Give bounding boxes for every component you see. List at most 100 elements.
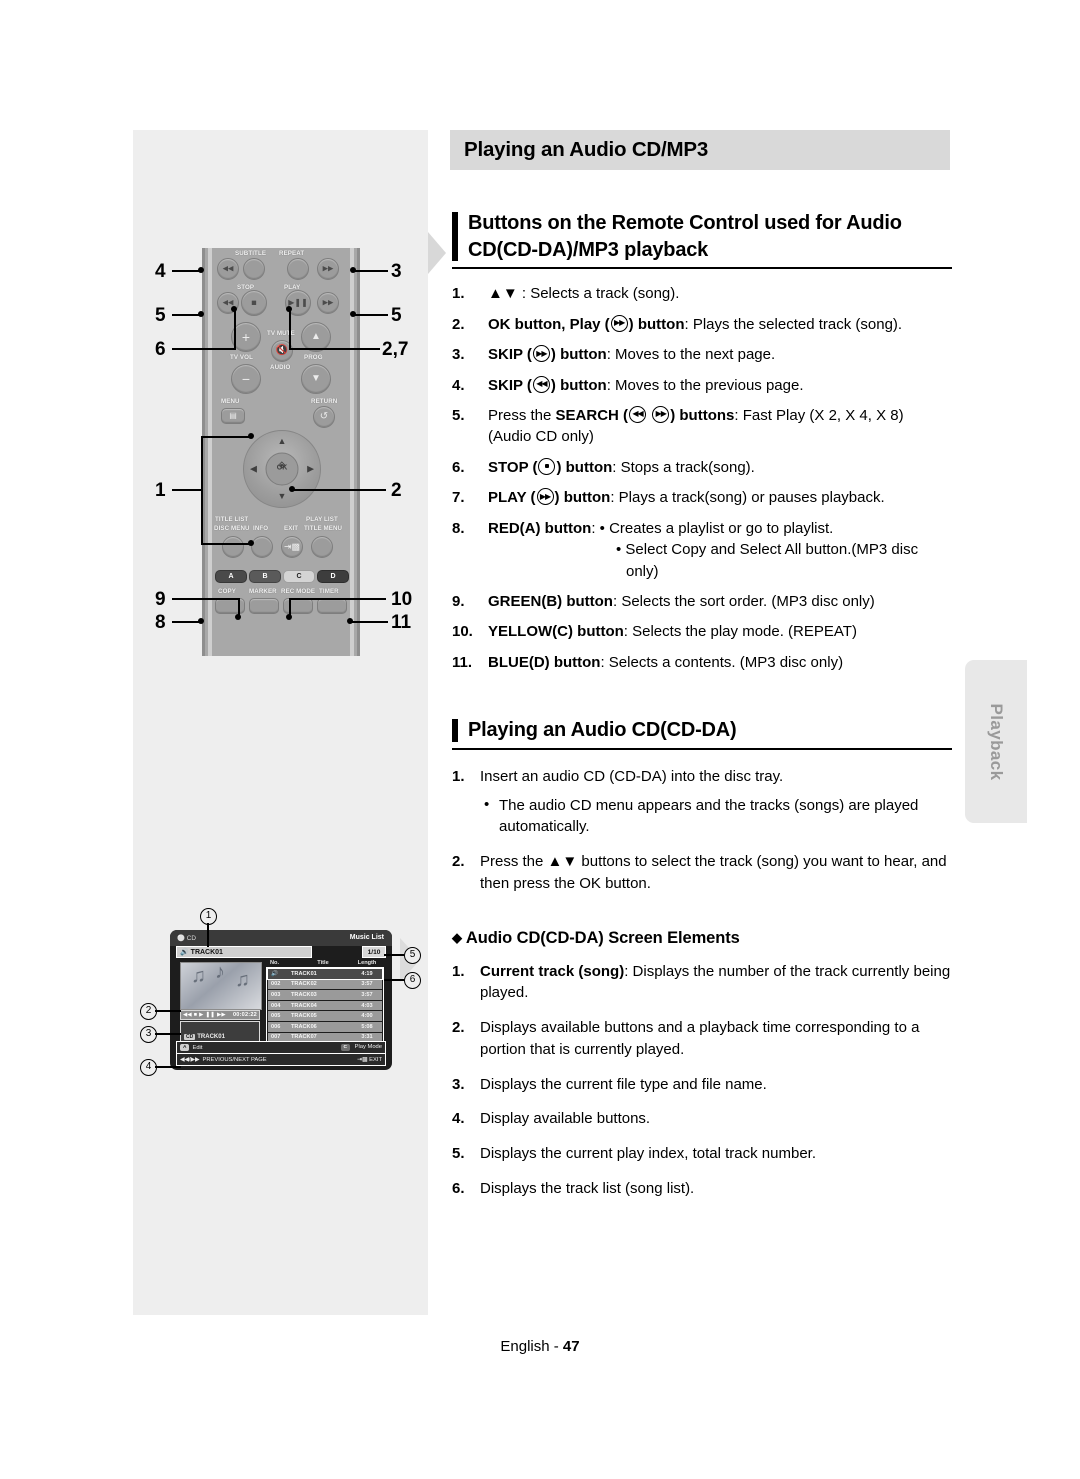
nav-right-icon[interactable]: ▶ [307, 464, 314, 474]
table-row[interactable]: 006 TRACK06 5:08 [268, 1021, 382, 1032]
label-marker: MARKER [249, 588, 277, 595]
row-length: 3:57 [361, 991, 373, 998]
marker-button[interactable] [249, 598, 279, 614]
section2-heading: Playing an Audio CD(CD-DA) [468, 719, 737, 742]
item-bold-tail: ) button [550, 376, 607, 394]
table-row[interactable]: 002 TRACK02 3:57 [268, 979, 382, 990]
exit-icon: ⇥▩ [357, 1056, 368, 1063]
info-button[interactable] [251, 536, 273, 558]
stop-icon: ■ [193, 1012, 198, 1018]
remote-control-illustration: SUBTITLE REPEAT ◀◀ ▶▶ STOP PLAY ◀◀ ■ ▶❚❚… [178, 248, 378, 658]
tv-leader-4 [155, 1066, 181, 1068]
callout-8: 8 [155, 612, 166, 633]
search-ff-icon: ▶▶ [322, 299, 334, 307]
side-tab-playback: Playback [965, 660, 1027, 823]
item-lead: Press the [488, 406, 556, 424]
nav-down-icon[interactable]: ▼ [278, 492, 287, 501]
row-no: 006 [271, 1023, 281, 1030]
table-row[interactable]: 🔊 TRACK01 4:19 [267, 968, 383, 980]
list-item: 7. PLAY (▶▶) button: Plays a track(song)… [452, 487, 952, 508]
row-title: TRACK07 [291, 1034, 317, 1041]
list-item: 9. GREEN(B) button: Selects the sort ord… [452, 591, 952, 612]
list-item: 11. BLUE(D) button: Selects a contents. … [452, 652, 952, 673]
item-number: 10. [452, 623, 473, 641]
play-icon: ▶▶ [536, 488, 554, 506]
item-number: 7. [452, 489, 465, 507]
item-text: Display available buttons. [480, 1110, 651, 1128]
rec-mode-button[interactable] [283, 598, 313, 614]
skip-prev-button[interactable]: ◀◀ [217, 258, 239, 280]
item-bold: SKIP ( [488, 376, 532, 394]
search-ff-button[interactable]: ▶▶ [317, 292, 339, 314]
leader-6-vert [234, 310, 236, 350]
tv-volume-down-button[interactable]: − [231, 364, 261, 394]
leader-dot-5-left [198, 311, 204, 317]
blue-d-button[interactable]: D [317, 570, 349, 583]
minus-icon: − [241, 371, 251, 387]
row-no: 004 [271, 1002, 281, 1009]
skip-next-icon: ▶▶ [532, 345, 550, 363]
list-item: 4. SKIP (◀◀) button: Moves to the previo… [452, 375, 952, 396]
row-no: 🔊 [271, 970, 278, 977]
stop-button[interactable]: ■ [241, 290, 267, 316]
column-no: No. [270, 960, 280, 966]
menu-button[interactable]: ▤ [221, 408, 245, 424]
footer-label: English - [500, 1338, 559, 1355]
item-bold-tail: ) buttons [670, 406, 735, 424]
stop-icon [538, 457, 556, 475]
side-tab-label: Playback [987, 703, 1006, 780]
search-rew-icon: ◀◀ [629, 405, 647, 423]
navigation-ring[interactable]: ▲ ▼ ◀ ▶ ⎆ OK [243, 430, 321, 508]
step-text: Insert an audio CD (CD-DA) into the disc… [480, 767, 784, 785]
ok-button[interactable]: ⎆ OK [265, 452, 299, 486]
prog-down-button[interactable]: ▼ [301, 364, 331, 394]
leader-1-bottom [201, 543, 251, 545]
leader-dot-10 [286, 614, 292, 620]
item-number: 5. [452, 1145, 465, 1163]
item-bold: Current track (song) [480, 962, 625, 980]
skip-next-button[interactable]: ▶▶ [317, 258, 339, 280]
green-b-button[interactable]: B [249, 570, 281, 583]
exit-button[interactable]: ⇥▩ [281, 536, 303, 558]
repeat-button[interactable] [287, 258, 309, 280]
yellow-c-button[interactable]: C [283, 570, 315, 583]
leader-dot-8 [198, 618, 204, 624]
item-text: Displays the current play index, total t… [480, 1145, 816, 1163]
section1-heading-line2: CD(CD-DA)/MP3 playback [468, 238, 709, 261]
play-list-title-menu-button[interactable] [311, 536, 333, 558]
timer-button[interactable] [317, 598, 347, 614]
table-row[interactable]: 003 TRACK03 3:57 [268, 990, 382, 1000]
item-number: 6. [452, 1179, 465, 1197]
list-item: 3. SKIP (▶▶) button: Moves to the next p… [452, 344, 952, 365]
section-heading-playing-audio-cd: Playing an Audio CD(CD-DA) [452, 717, 952, 750]
subtitle-button[interactable] [243, 258, 265, 280]
tv-leader-6 [384, 979, 404, 981]
table-row[interactable]: 005 TRACK05 4:00 [268, 1011, 382, 1021]
copy-button[interactable] [215, 598, 245, 614]
nav-up-icon[interactable]: ▲ [278, 437, 287, 446]
label-play-list: PLAY LIST [306, 516, 338, 523]
track-list[interactable]: No. Title Length 🔊 TRACK01 4:19 002 TRAC… [266, 960, 384, 1048]
list-item: 2. OK button, Play (▶▶) button: Plays th… [452, 314, 952, 335]
leader-2-7-vert [289, 310, 291, 350]
row-title: TRACK02 [291, 981, 317, 988]
row-no: 003 [271, 991, 281, 998]
red-a-button[interactable]: A [215, 570, 247, 583]
title-list-disc-menu-button[interactable] [222, 536, 244, 558]
skip-next-icon: ▶▶ [322, 265, 334, 273]
return-button[interactable]: ↺ [313, 406, 335, 428]
item-text: : Moves to the next page. [606, 346, 776, 364]
step-bullet: The audio CD menu appears and the tracks… [480, 794, 952, 839]
diamond-icon: ◆ [452, 929, 462, 945]
callout-6: 6 [155, 339, 166, 360]
tv-bottom-row-1: A Edit C Play Mode [177, 1042, 385, 1053]
button-chip-c[interactable]: C [340, 1044, 350, 1051]
nav-left-icon[interactable]: ◀ [250, 464, 257, 474]
page-footer: English - 47 [0, 1338, 1080, 1355]
item-number: 1. [452, 285, 465, 303]
button-chip-a[interactable]: A [180, 1044, 190, 1051]
list-item: 2. Press the ▲▼ buttons to select the tr… [452, 851, 952, 895]
row-length: 3:57 [361, 981, 373, 988]
item-text: : Fast Play (X 2, X 4, X 8) [734, 406, 904, 424]
table-row[interactable]: 004 TRACK04 4:03 [268, 1000, 382, 1011]
